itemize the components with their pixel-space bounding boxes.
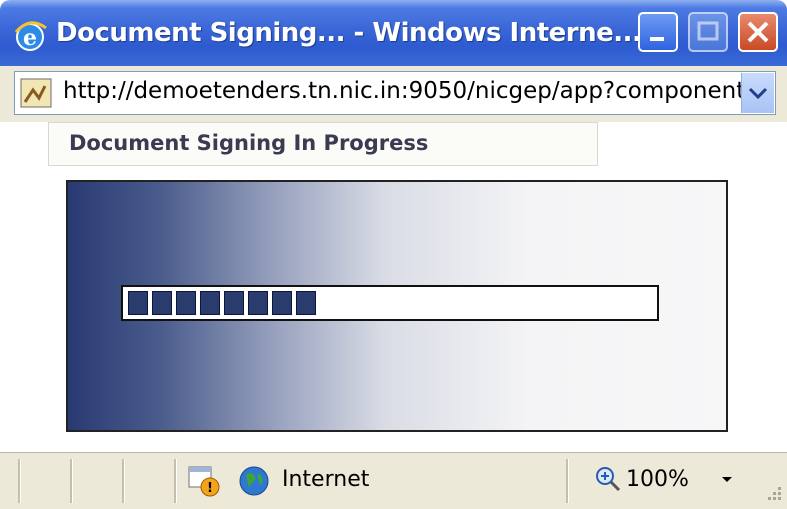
zoom-dropdown-icon[interactable] <box>722 477 732 482</box>
page-content: Document Signing In Progress <box>0 122 787 452</box>
progress-segment <box>272 291 292 315</box>
page-icon <box>20 78 52 108</box>
ie-logo-icon: e <box>14 21 47 51</box>
close-button[interactable] <box>738 12 778 52</box>
maximize-icon <box>697 21 719 41</box>
close-icon <box>747 21 769 43</box>
status-divider <box>122 459 125 503</box>
progress-segment <box>152 291 172 315</box>
progress-segment <box>224 291 244 315</box>
progress-segment <box>128 291 148 315</box>
status-divider <box>18 459 21 503</box>
address-url[interactable]: http://demoetenders.tn.nic.in:9050/nicge… <box>63 78 753 104</box>
progress-segment <box>296 291 316 315</box>
globe-icon <box>239 466 269 496</box>
heading-box: Document Signing In Progress <box>48 122 598 166</box>
page-title: Document Signing In Progress <box>69 131 429 155</box>
progress-segment <box>200 291 220 315</box>
title-bar[interactable]: e Document Signing... - Windows Interne.… <box>0 0 787 66</box>
minimize-icon <box>650 37 664 41</box>
status-divider <box>566 459 569 503</box>
progress-segment <box>248 291 268 315</box>
chevron-down-icon <box>748 87 768 100</box>
address-field[interactable]: http://demoetenders.tn.nic.in:9050/nicge… <box>14 71 776 115</box>
progress-segment <box>176 291 196 315</box>
address-bar: http://demoetenders.tn.nic.in:9050/nicge… <box>0 66 787 122</box>
status-bar: ! Internet 100% <box>0 452 787 509</box>
address-dropdown-button[interactable] <box>741 73 774 113</box>
zone-label[interactable]: Internet <box>282 467 369 492</box>
maximize-button[interactable] <box>688 12 728 52</box>
status-divider <box>70 459 73 503</box>
progress-bar <box>121 285 659 321</box>
resize-grip-icon[interactable] <box>762 483 784 505</box>
magnifier-icon[interactable] <box>594 465 622 493</box>
zoom-level[interactable]: 100% <box>626 467 689 492</box>
svg-text:!: ! <box>207 481 213 496</box>
svg-text:e: e <box>23 25 37 51</box>
minimize-button[interactable] <box>638 12 678 52</box>
security-warning-icon[interactable]: ! <box>186 463 222 499</box>
signing-panel <box>66 180 728 432</box>
window-title: Document Signing... - Windows Interne... <box>56 18 642 48</box>
status-divider <box>174 459 177 503</box>
